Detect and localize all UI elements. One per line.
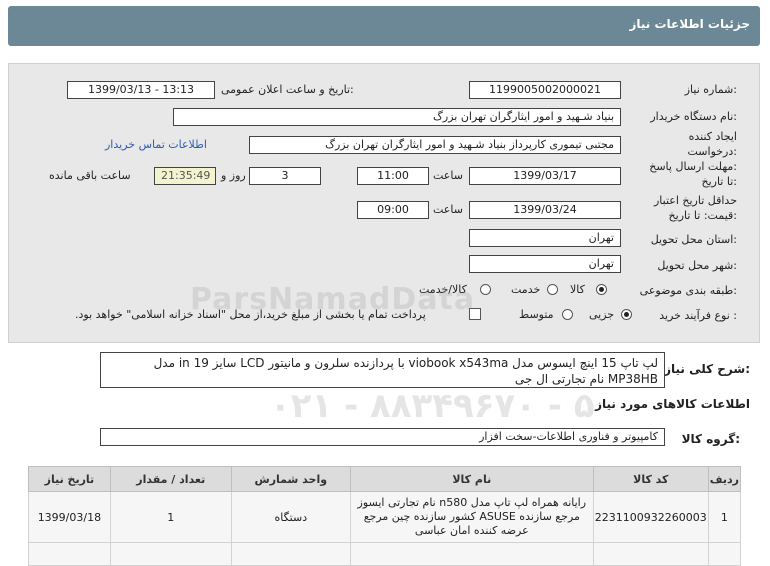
page-header: جزئیات اطلاعات نیاز xyxy=(8,6,760,46)
category-option-goods-service: کالا/خدمت xyxy=(419,283,467,296)
goods-table: ردیف کد کالا نام کالا واحد شمارش تعداد /… xyxy=(28,466,742,566)
buyer-contact-link[interactable]: اطلاعات تماس خریدار xyxy=(105,138,207,151)
description-field: لپ تاپ 15 اینچ ایسوس مدل viobook x543ma … xyxy=(100,352,665,388)
remaining-time-field: 21:35:49 xyxy=(154,167,216,185)
row2-qty xyxy=(109,542,232,566)
days-label: روز و xyxy=(221,169,246,182)
row2-name xyxy=(349,542,594,566)
process-option-medium: متوسط xyxy=(519,308,554,321)
deadline-label-line1: مهلت ارسال پاسخ: xyxy=(649,160,737,173)
process-radio-minor[interactable] xyxy=(621,309,632,320)
creator-label-line1: ایجاد کننده xyxy=(688,130,737,143)
days-remaining-field: 3 xyxy=(249,167,321,185)
validity-label-line2: قیمت: تا تاریخ: xyxy=(668,209,737,222)
validity-date-field: 1399/03/24 xyxy=(469,201,621,219)
goods-section-title: اطلاعات کالاهای مورد نیاز xyxy=(595,397,750,411)
row-name: رایانه همراه لپ تاپ مدل n580 نام تجارتی … xyxy=(349,491,594,543)
category-radio-goods-service[interactable] xyxy=(480,284,491,295)
province-field: تهران xyxy=(469,229,621,247)
deadline-date-field: 1399/03/17 xyxy=(469,167,621,185)
row2-unit xyxy=(230,542,351,566)
category-option-service: خدمت xyxy=(511,283,541,296)
row2-code xyxy=(592,542,709,566)
need-details-panel: شماره نیاز: 1199005002000021 تاریخ و ساع… xyxy=(8,63,760,343)
process-label: نوع فرآیند خرید : xyxy=(659,309,737,322)
validity-time-field: 09:00 xyxy=(357,201,429,219)
table-row: 1 2231100932260003 رایانه همراه لپ تاپ م… xyxy=(28,491,742,543)
validity-label-line1: حداقل تاریخ اعتبار xyxy=(653,194,737,207)
buyer-field: بنیاد شـهید و امور ایثارگران تهران بزرگ xyxy=(173,108,621,126)
col-index: ردیف xyxy=(707,466,742,492)
page-title: جزئیات اطلاعات نیاز xyxy=(629,17,750,31)
buyer-label: نام دستگاه خریدار: xyxy=(650,110,737,123)
row-date: 1399/03/18 xyxy=(28,491,111,543)
row-qty: 1 xyxy=(109,491,232,543)
announce-label: تاریخ و ساعت اعلان عمومی: xyxy=(221,83,354,96)
remaining-label: ساعت باقی مانده xyxy=(49,169,131,182)
row2-date xyxy=(28,542,111,566)
category-label: طبقه بندی موضوعی: xyxy=(639,284,737,297)
announce-field: 1399/03/13 - 13:13 xyxy=(67,81,215,99)
creator-label-line2: درخواست: xyxy=(687,145,738,158)
validity-time-label: ساعت xyxy=(433,203,463,216)
category-option-goods: کالا xyxy=(570,283,585,296)
creator-field: مجتبی تیموری کارپرداز بنیاد شـهید و امور… xyxy=(249,136,621,154)
category-radio-goods[interactable] xyxy=(596,284,607,295)
table-row xyxy=(28,542,742,566)
goods-table-header: ردیف کد کالا نام کالا واحد شمارش تعداد /… xyxy=(28,466,742,492)
category-radio-service[interactable] xyxy=(547,284,558,295)
goods-group-label: گروه کالا: xyxy=(681,432,740,446)
need-number-field: 1199005002000021 xyxy=(469,81,621,99)
province-label: استان محل تحویل: xyxy=(650,233,737,246)
treasury-payment-checkbox[interactable] xyxy=(469,308,481,320)
process-option-minor: جزیی xyxy=(589,308,615,321)
row-code: 2231100932260003 xyxy=(592,491,709,543)
col-unit: واحد شمارش xyxy=(230,466,351,492)
row2-index xyxy=(707,542,742,566)
col-name: نام کالا xyxy=(349,466,594,492)
watermark-phone: ۰۲۱ - ۸۸۳۴۹۶۷۰ - ۵ xyxy=(270,386,595,426)
treasury-payment-note: پرداخت تمام یا بخشی از مبلغ خرید،از محل … xyxy=(75,308,426,321)
process-radio-medium[interactable] xyxy=(562,309,573,320)
row-index: 1 xyxy=(707,491,742,543)
city-field: تهران xyxy=(469,255,621,273)
deadline-label-line2: تا تاریخ: xyxy=(701,175,737,188)
deadline-time-label: ساعت xyxy=(433,169,463,182)
city-label: شهر محل تحویل: xyxy=(657,259,737,272)
deadline-time-field: 11:00 xyxy=(357,167,429,185)
row-unit: دستگاه xyxy=(230,491,351,543)
description-label: شرح کلی نیاز: xyxy=(664,362,750,376)
goods-group-field: کامپیوتر و فناوری اطلاعات-سخت افزار xyxy=(100,428,665,446)
col-qty: تعداد / مقدار xyxy=(109,466,232,492)
col-date: تاریخ نیاز xyxy=(28,466,111,492)
col-code: کد کالا xyxy=(592,466,709,492)
need-number-label: شماره نیاز: xyxy=(684,83,737,96)
